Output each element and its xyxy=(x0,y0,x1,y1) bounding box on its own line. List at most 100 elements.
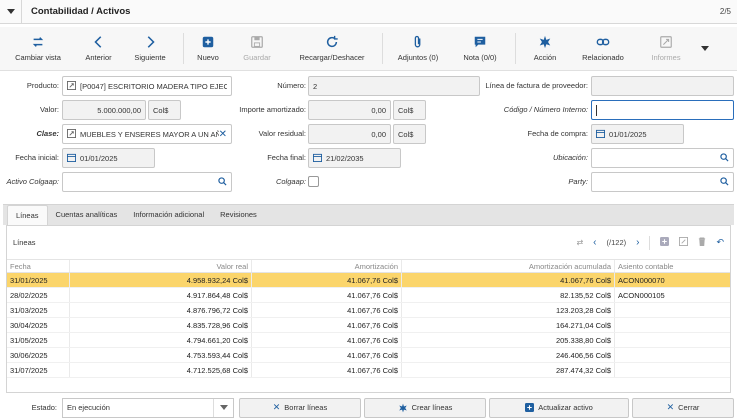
status-select[interactable]: En ejecución xyxy=(62,397,234,418)
delete-lines-button[interactable]: ✕ Borrar líneas xyxy=(239,397,361,418)
search-icon[interactable] xyxy=(720,176,729,188)
end-date-field[interactable]: 21/02/2035 xyxy=(308,148,401,168)
status-label: Estado: xyxy=(31,403,57,412)
edit-icon[interactable] xyxy=(679,237,689,248)
tab-informacion-adicional[interactable]: Información adicional xyxy=(125,205,212,225)
trash-icon[interactable] xyxy=(698,237,706,248)
cell-valor-real: 4.917.864,48 Col$ xyxy=(70,288,252,302)
table-row[interactable]: 30/04/2025 4.835.728,96 Col$ 41.067,76 C… xyxy=(7,318,730,333)
cell-asiento-contable: ACON000070 xyxy=(618,276,665,285)
column-header-fecha[interactable]: Fecha xyxy=(7,260,70,272)
amortized-currency: Col$ xyxy=(393,100,426,120)
cell-amortizacion: 41.067,76 Col$ xyxy=(252,288,402,302)
grid-title: Líneas xyxy=(13,238,36,247)
product-field[interactable]: [P0047] ESCRITORIO MADERA TIPO EJECUTIVO xyxy=(62,76,232,96)
cell-amortizacion: 41.067,76 Col$ xyxy=(252,333,402,347)
table-row[interactable]: 31/07/2025 4.712.525,68 Col$ 41.067,76 C… xyxy=(7,363,730,378)
previous-button[interactable]: Anterior xyxy=(76,27,121,70)
number-label: Número: xyxy=(277,81,306,90)
cell-fecha: 28/02/2025 xyxy=(7,288,70,302)
party-label: Party: xyxy=(568,177,588,186)
gear-icon xyxy=(398,403,407,412)
swap-icon xyxy=(32,37,44,47)
table-row[interactable]: 31/01/2025 4.958.932,24 Col$ 41.067,76 C… xyxy=(7,273,730,288)
dropdown-toggle[interactable] xyxy=(213,398,233,417)
update-asset-button[interactable]: Actualizar activo xyxy=(489,397,629,418)
start-date-label: Fecha inicial: xyxy=(15,153,59,162)
close-button[interactable]: ✕ Cerrar xyxy=(632,397,734,418)
clear-icon[interactable]: ✕ xyxy=(219,129,227,140)
column-header-valor-real[interactable]: Valor real xyxy=(70,260,252,272)
table-row[interactable]: 31/03/2025 4.876.796,72 Col$ 41.067,76 C… xyxy=(7,303,730,318)
save-button[interactable]: Guardar xyxy=(228,27,286,70)
colgaap-checkbox[interactable] xyxy=(308,176,319,187)
note-button[interactable]: Nota (0/0) xyxy=(449,27,511,70)
colgaap-asset-label: Activo Colgaap: xyxy=(6,177,59,186)
class-field[interactable]: MUEBLES Y ENSERES MAYOR A UN AÑO ✕ xyxy=(62,124,232,144)
residual-currency: Col$ xyxy=(393,124,426,144)
search-icon[interactable] xyxy=(720,152,729,164)
table-row[interactable]: 28/02/2025 4.917.864,48 Col$ 41.067,76 C… xyxy=(7,288,730,303)
column-header-amortizacion-acumulada[interactable]: Amortización acumulada xyxy=(402,260,615,272)
invoice-line-label: Línea de factura de proveedor: xyxy=(485,81,588,90)
reports-button[interactable]: Informes xyxy=(636,27,696,70)
column-header-amortizacion[interactable]: Amortización xyxy=(252,260,402,272)
value-field[interactable]: 5.000.000,00 xyxy=(62,100,146,120)
value-label: Valor: xyxy=(39,105,59,114)
cell-fecha: 31/03/2025 xyxy=(7,303,70,317)
chevron-left-icon[interactable]: ‹ xyxy=(593,237,596,248)
plus-icon[interactable] xyxy=(660,237,670,248)
reload-label: Recargar/Deshacer xyxy=(299,53,365,62)
action-label: Acción xyxy=(533,53,557,62)
more-menu-button[interactable] xyxy=(696,27,714,70)
report-icon xyxy=(660,36,672,48)
new-button[interactable]: Nuevo xyxy=(188,27,228,70)
party-field[interactable] xyxy=(591,172,734,192)
status-value: En ejecución xyxy=(67,403,110,412)
calendar-icon[interactable] xyxy=(313,153,322,164)
chevron-right-icon xyxy=(147,36,155,48)
previous-label: Anterior xyxy=(85,53,112,62)
grid-body: 31/01/2025 4.958.932,24 Col$ 41.067,76 C… xyxy=(7,273,730,378)
next-label: Siguiente xyxy=(134,53,166,62)
action-button[interactable]: Acción xyxy=(520,27,570,70)
undo-icon[interactable]: ↶ xyxy=(716,237,724,248)
residual-field[interactable]: 0,00 xyxy=(308,124,391,144)
switch-view-button[interactable]: Cambiar vista xyxy=(0,27,76,70)
table-row[interactable]: 30/06/2025 4.753.593,44 Col$ 41.067,76 C… xyxy=(7,348,730,363)
tab-cuentas-analiticas[interactable]: Cuentas analíticas xyxy=(48,205,126,225)
next-button[interactable]: Siguiente xyxy=(121,27,179,70)
calendar-icon[interactable] xyxy=(67,153,76,164)
colgaap-asset-field[interactable] xyxy=(62,172,232,192)
cell-amortizacion-acumulada: 205.338,80 Col$ xyxy=(402,333,615,347)
chevron-right-icon[interactable]: › xyxy=(636,237,639,248)
cell-valor-real: 4.794.661,20 Col$ xyxy=(70,333,252,347)
internal-code-input[interactable] xyxy=(591,100,734,120)
collapse-toggle[interactable] xyxy=(0,0,22,24)
swap-icon[interactable]: ⇄ xyxy=(576,238,583,247)
paperclip-icon xyxy=(414,35,421,48)
location-field[interactable] xyxy=(591,148,734,168)
cell-asiento-contable xyxy=(615,348,730,362)
tab-lineas[interactable]: Líneas xyxy=(7,205,48,225)
toolbar: Cambiar vista Anterior Siguiente Nuevo G… xyxy=(0,27,737,71)
tab-revisiones[interactable]: Revisiones xyxy=(212,205,265,225)
amortized-field[interactable]: 0,00 xyxy=(308,100,391,120)
related-button[interactable]: Relacionado xyxy=(570,27,636,70)
table-row[interactable]: 31/05/2025 4.794.661,20 Col$ 41.067,76 C… xyxy=(7,333,730,348)
number-field[interactable]: 2 xyxy=(308,76,480,96)
reload-button[interactable]: Recargar/Deshacer xyxy=(286,27,378,70)
note-label: Nota (0/0) xyxy=(463,53,497,62)
column-header-asiento-contable[interactable]: Asiento contable xyxy=(615,260,730,272)
invoice-line-field[interactable] xyxy=(591,76,734,96)
purchase-date-field[interactable]: 01/01/2025 xyxy=(591,124,684,144)
toolbar-divider xyxy=(515,33,516,64)
attachments-button[interactable]: Adjuntos (0) xyxy=(387,27,449,70)
grid-header: Líneas ⇄ ‹ (/122) › ↶ xyxy=(7,226,730,260)
calendar-icon[interactable] xyxy=(596,129,605,140)
search-icon[interactable] xyxy=(218,176,227,188)
create-lines-button[interactable]: Crear líneas xyxy=(364,397,486,418)
open-record-icon[interactable] xyxy=(67,80,76,92)
start-date-field[interactable]: 01/01/2025 xyxy=(62,148,155,168)
open-record-icon[interactable] xyxy=(67,128,76,140)
